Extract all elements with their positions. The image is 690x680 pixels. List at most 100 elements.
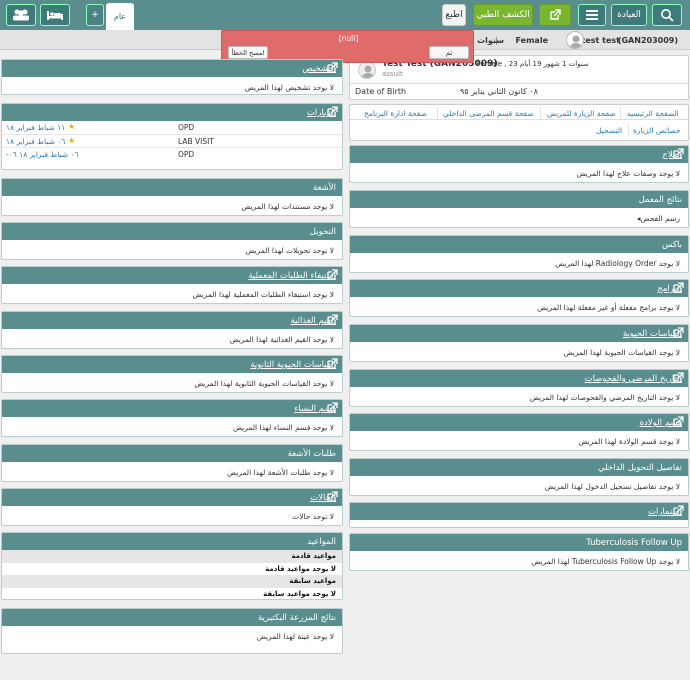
medical-exam-button[interactable]: الكشف الطبي [473,4,533,26]
left-panel-10: المواعيد مواعيد قادمة لا يوجد مواعيد قادمة… [1,532,343,600]
nav-program-admin[interactable]: صفحة ادارة البرنامج [364,109,427,123]
panel-title[interactable]: التاريخ المرضي والفحوصات [585,374,682,384]
left-panel-6: القياسات الحيوية الثانوية لا يوجد القياسا… [1,355,343,393]
left-panel-0: التشخيص لا يوجد تشخيص لهذا المريض [1,59,343,95]
right-panel-1: نتائج المعمل رسم الفحص◂ [349,190,689,228]
panel-header[interactable]: التشخيص [2,60,342,77]
left-panel-2: الأشعة لا يوجد مستندات لهذا المريض [1,178,343,216]
clinic-button[interactable]: العيادة [611,4,647,26]
panel-body: لا يوجد برامج مفعلة أو غير مفعلة لهذا ال… [537,303,680,312]
search-icon [661,9,674,22]
panel-body: لا يوجد قسم الولادة لهذا المريض [578,437,680,446]
visit-type: LAB VISIT [178,137,214,146]
visit-row[interactable]: ١١ شباط فبراير ١٨ ★ OPD [2,121,342,134]
left-panel-1: الزيارات ١١ شباط فبراير ١٨ ★ OPD ٠٦ شباط فبر… [1,103,343,170]
external-link-icon[interactable] [672,416,684,428]
people-icon[interactable] [6,4,36,26]
nav-visit-attributes[interactable]: خصائص الزيارة [633,126,681,140]
panel-header[interactable]: البرامج [350,280,688,297]
external-link-icon[interactable] [326,269,338,281]
right-panel-0: العلاج لا يوجد وصفات علاج لهذا المريض [349,145,689,183]
panel-header[interactable]: استمارات [350,503,688,520]
left-panel-8: طلبات الأشعة لا يوجد طلبات الأشعة لهذا ال… [1,444,343,482]
panel-body [350,520,688,532]
visit-row[interactable]: ٠٦ شباط فبراير ١٨ ★ LAB VISIT [2,134,342,147]
bed-icon[interactable] [40,4,70,26]
right-panel-8: استمارات [349,502,689,528]
tab-general[interactable]: عام [106,3,134,30]
panel-header[interactable]: القياسات الحيوية [350,325,688,342]
panel-body: لا يوجد وصفات علاج لهذا المريض [576,169,680,178]
panel-title: المواعيد [307,537,336,547]
clear-error-button[interactable]: امسح الخطأ [228,46,268,59]
ok-button[interactable]: تم [429,46,469,59]
panel-body: لا يوجد استيفاء الطلبات المعملية لهذا ال… [192,290,334,299]
external-link-button[interactable] [539,4,571,26]
external-link-icon[interactable] [672,505,684,517]
panel-title[interactable]: استيفاء الطلبات المعملية [248,271,336,281]
right-panel-6: قسم الولادة لا يوجد قسم الولادة لهذا المر… [349,413,689,451]
external-link-icon[interactable] [672,372,684,384]
left-panel-4: استيفاء الطلبات المعملية لا يوجد استيفاء … [1,266,343,304]
panel-header[interactable]: قسم الولادة [350,414,688,431]
panel-header[interactable]: قسم النساء [2,400,342,417]
external-link-icon[interactable] [326,314,338,326]
external-link-icon[interactable] [672,148,684,160]
top-navbar: + عام اطبع الكشف الطبي العيادة [0,0,690,30]
panel-header[interactable]: الزيارات [2,104,342,121]
external-link-icon[interactable] [672,282,684,294]
patient-header-meta: سنوات 1 شهور 19 أيام 23 , Female - [472,60,589,68]
patient-id: (GAN203009) [617,36,678,45]
visit-date[interactable]: ٠٦ شباط فبراير ١٨ ٠٦- [6,150,79,159]
panel-title: باكس [662,240,682,250]
visit-type: OPD [178,150,195,159]
panel-body: لا يوجد قسم النساء لهذا المريض [232,423,334,432]
add-tab-button[interactable]: + [86,4,104,26]
external-link-icon[interactable] [326,106,338,118]
patient-name[interactable]: test test [582,36,620,45]
external-link-icon[interactable] [326,62,338,74]
panel-body: لا يوجد التاريخ المرضي والفحوصات لهذا ال… [529,393,680,402]
dob-label: Date of Birth [355,87,407,96]
right-panel-9: Tuberculosis Follow Up لا يوجد Tuberculos… [349,533,689,571]
panel-header: طلبات الأشعة [2,445,342,462]
nav-registration[interactable]: التسجيل [596,126,622,140]
panel-header[interactable]: العلاج [350,146,688,163]
nav-visit-page[interactable]: صفحة الزيارة للمريض [547,109,616,123]
left-panel-9: الحالات لا توجد حالات [1,488,343,526]
panel-header: التحويل [2,223,342,240]
external-link-icon[interactable] [326,491,338,503]
external-link-icon[interactable] [326,358,338,370]
visit-row[interactable]: ٠٦ شباط فبراير ١٨ ٠٦- OPD [2,147,342,160]
panel-body: لا يوجد القيم الغذائية لهذا المريض [229,335,334,344]
panel-header[interactable]: الحالات [2,489,342,506]
panel-body: لا يوجد تحويلات لهذا المريض [245,246,334,255]
panel-title[interactable]: القياسات الحيوية الثانوية [250,360,336,370]
appointment-line: مواعيد سابقة [2,575,342,588]
menu-button[interactable] [578,4,606,26]
panel-header[interactable]: استيفاء الطلبات المعملية [2,267,342,284]
search-button[interactable] [652,4,682,26]
right-panel-4: القياسات الحيوية لا يوجد القياسات الحيوية… [349,324,689,362]
patient-header-sub: assult [382,70,403,78]
panel-header[interactable]: التاريخ المرضي والفحوصات [350,370,688,387]
print-button[interactable]: اطبع [442,4,466,26]
panel-header: الأشعة [2,179,342,196]
external-link-icon[interactable] [672,327,684,339]
panel-body: لا يوجد مستندات لهذا المريض [241,202,334,211]
panel-header[interactable]: القيم الغذائية [2,312,342,329]
panel-header: باكس [350,236,688,253]
panel-header: نتائج المعمل [350,191,688,208]
external-link-icon[interactable] [326,402,338,414]
nav-inpatient[interactable]: صفحة قسم المرضى الداخلي [443,109,534,123]
visit-date[interactable]: ١١ شباط فبراير ١٨ [6,123,65,132]
panel-body: لا توجد حالات [292,512,334,521]
right-panel-5: التاريخ المرضي والفحوصات لا يوجد التاريخ … [349,369,689,407]
lab-chart-link[interactable]: رسم الفحص [641,214,680,223]
appointment-line: لا يوجد مواعيد قادمة [265,564,336,573]
visit-date[interactable]: ٠٦ شباط فبراير ١٨ [6,137,65,146]
panel-body[interactable]: رسم الفحص◂ [350,208,688,229]
nav-home[interactable]: الصفحة الرئيسيه [627,109,679,123]
panel-header[interactable]: القياسات الحيوية الثانوية [2,356,342,373]
star-icon: ★ [68,122,76,131]
